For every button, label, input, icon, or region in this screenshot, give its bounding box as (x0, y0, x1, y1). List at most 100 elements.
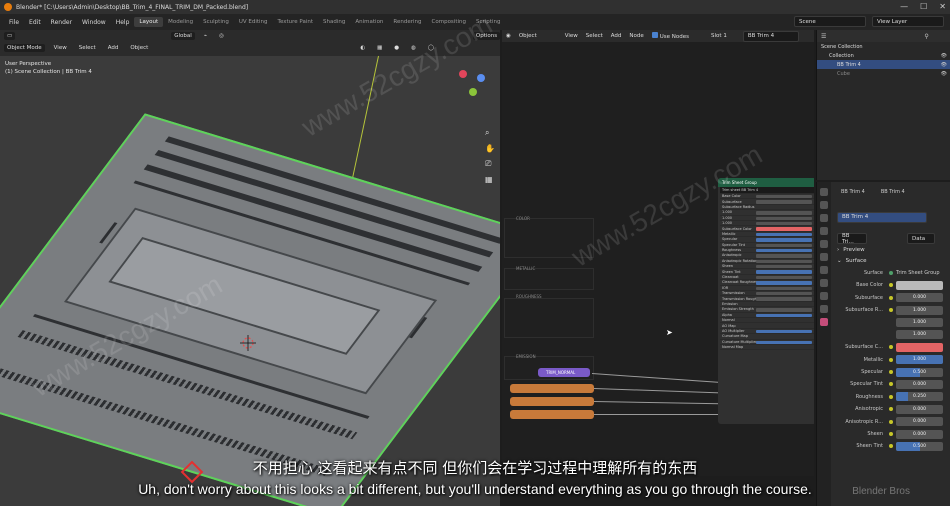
zoom-icon[interactable]: ⌕ (485, 128, 495, 138)
gizmo-z-axis-icon[interactable] (477, 74, 485, 82)
group-node-input-value[interactable] (755, 232, 812, 237)
viewport-menu-view[interactable]: View (51, 44, 70, 52)
group-node-input-value[interactable] (755, 221, 812, 226)
group-node-input-value[interactable] (755, 297, 812, 301)
eye-icon[interactable]: 👁 (941, 71, 947, 77)
group-node-input-value[interactable] (755, 313, 812, 317)
material-slot-list[interactable]: BB Trim 4 (833, 202, 950, 232)
viewport-menu-select[interactable]: Select (76, 44, 99, 52)
group-node-input-value[interactable] (755, 270, 812, 274)
trim-normal-node[interactable]: TRIM_NORMAL (538, 368, 590, 377)
property-value-field[interactable] (896, 342, 943, 352)
shading-solid-icon[interactable]: ● (391, 44, 402, 52)
maximize-button[interactable]: ☐ (920, 2, 927, 11)
group-node-input-value[interactable] (755, 259, 812, 264)
tab-animation[interactable]: Animation (350, 17, 388, 27)
tool-tab-icon[interactable] (820, 188, 828, 196)
outliner-filter-icon[interactable]: ⚲ (924, 33, 928, 40)
menu-window[interactable]: Window (82, 19, 106, 26)
preview-panel-header[interactable]: › Preview (833, 245, 950, 256)
group-node-input-value[interactable] (755, 265, 812, 269)
group-node-input-value[interactable] (755, 200, 812, 204)
group-node-input-value[interactable] (755, 286, 812, 291)
outliner-item-bb-trim-4[interactable]: BB Trim 4 👁 (817, 60, 950, 69)
slot-dropdown[interactable]: Slot 1 (711, 33, 727, 39)
menu-render[interactable]: Render (51, 19, 72, 26)
menu-help[interactable]: Help (116, 19, 130, 26)
image-texture-node[interactable] (510, 397, 594, 406)
group-node-input-value[interactable] (755, 227, 812, 231)
group-node-input-value[interactable] (755, 340, 812, 344)
tab-layout[interactable]: Layout (134, 17, 164, 27)
menu-file[interactable]: File (9, 19, 19, 26)
node-menu-node[interactable]: Node (629, 33, 643, 39)
group-node-input-value[interactable] (755, 238, 812, 242)
scene-selector[interactable]: Scene (794, 16, 866, 27)
overlay-icon[interactable]: ◐ (357, 44, 368, 52)
group-node-input-row[interactable]: Normal Map (720, 345, 814, 351)
tab-shading[interactable]: Shading (318, 17, 350, 27)
menu-edit[interactable]: Edit (29, 19, 41, 26)
eye-icon[interactable]: 👁 (941, 53, 947, 59)
tab-rendering[interactable]: Rendering (388, 17, 426, 27)
render-tab-icon[interactable] (820, 201, 828, 209)
object-tab-icon[interactable] (820, 253, 828, 261)
socket-icon[interactable] (889, 283, 893, 288)
property-value-field[interactable]: 0.000 (896, 417, 943, 427)
tab-modeling[interactable]: Modeling (163, 17, 198, 27)
property-value-field[interactable]: 0.000 (896, 379, 943, 389)
mode-dropdown[interactable]: Object Mode (4, 44, 45, 52)
group-node-input-value[interactable] (755, 248, 812, 253)
eye-icon[interactable]: 👁 (941, 62, 947, 68)
group-node-input-value[interactable] (755, 211, 812, 215)
socket-icon[interactable] (889, 295, 893, 300)
modifier-tab-icon[interactable] (820, 266, 828, 274)
gizmo-y-axis-icon[interactable] (469, 88, 477, 96)
proportional-edit-icon[interactable]: ◎ (216, 32, 227, 40)
socket-icon[interactable] (889, 382, 893, 387)
property-value-field[interactable]: 0.500 (896, 441, 943, 451)
viewport-menu-add[interactable]: Add (105, 44, 122, 52)
outliner-editor-icon[interactable]: ☰ (821, 33, 826, 40)
outliner-item-scene-collection[interactable]: Scene Collection (817, 42, 950, 51)
outliner-item-collection[interactable]: Collection 👁 (817, 51, 950, 60)
image-texture-node[interactable] (510, 384, 594, 393)
gizmo-x-axis-icon[interactable] (459, 70, 467, 78)
outliner-item-cube[interactable]: Cube 👁 (817, 69, 950, 78)
node-menu-add[interactable]: Add (611, 33, 622, 39)
scene-tab-icon[interactable] (820, 227, 828, 235)
property-value-field[interactable]: 0.000 (896, 404, 943, 414)
material-datablock-selector[interactable]: BB Tri… (837, 233, 867, 245)
property-value-field[interactable]: 0.250 (896, 392, 943, 402)
group-node-input-value[interactable] (755, 275, 812, 280)
node-type-dropdown[interactable]: Object (519, 33, 537, 39)
viewport-menu-object[interactable]: Object (127, 44, 151, 52)
frame-roughness[interactable] (504, 298, 594, 338)
socket-icon[interactable] (889, 444, 893, 449)
group-node-input-value[interactable] (755, 308, 812, 312)
socket-icon[interactable] (889, 419, 893, 424)
trim-sheet-mesh[interactable] (0, 113, 500, 506)
property-value-field[interactable]: 0.000 (896, 293, 943, 303)
shader-node-editor[interactable]: ◉ Object View Select Add Node Use Nodes … (502, 30, 814, 476)
property-value-field[interactable]: 0.000 (896, 429, 943, 439)
node-menu-view[interactable]: View (565, 33, 578, 39)
socket-icon[interactable] (889, 308, 893, 313)
3d-viewport[interactable]: ▭ Global ⌁ ◎ Options Object Mode View Se… (0, 30, 500, 506)
editor-type-icon[interactable]: ◉ (506, 33, 511, 39)
surface-panel-header[interactable]: ⌄ Surface (833, 256, 950, 267)
surface-shader-selector[interactable]: Trim Sheet Group (896, 270, 940, 276)
minimize-button[interactable]: — (900, 2, 908, 11)
group-node-input-value[interactable] (755, 281, 812, 285)
socket-icon[interactable] (889, 394, 893, 399)
group-node-input-value[interactable] (755, 329, 812, 334)
link-data-dropdown[interactable]: Data (907, 233, 935, 245)
physics-tab-icon[interactable] (820, 279, 828, 287)
socket-icon[interactable] (889, 432, 893, 437)
tab-texture-paint[interactable]: Texture Paint (273, 17, 319, 27)
group-node-input-value[interactable] (755, 292, 812, 296)
property-value-field[interactable]: 1.000 (896, 305, 943, 315)
property-value-field[interactable]: 1.000 (896, 330, 943, 340)
image-texture-node[interactable] (510, 410, 594, 419)
use-nodes-toggle[interactable]: Use Nodes (651, 32, 689, 40)
